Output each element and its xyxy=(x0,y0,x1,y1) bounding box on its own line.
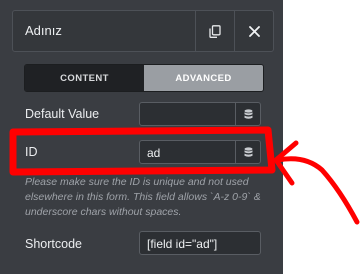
arrow-shaft xyxy=(275,156,360,225)
database-icon xyxy=(244,146,252,157)
panel-title: Adınız xyxy=(25,23,62,38)
close-button[interactable] xyxy=(234,11,273,51)
shortcode-field[interactable]: [field id="ad"] xyxy=(139,231,261,255)
close-icon xyxy=(248,25,260,37)
tab-content[interactable]: CONTENT xyxy=(25,65,144,91)
database-icon xyxy=(244,108,252,119)
default-value-label: Default Value xyxy=(25,107,100,121)
id-label: ID xyxy=(25,145,38,159)
copy-button[interactable] xyxy=(195,11,234,51)
shortcode-label: Shortcode xyxy=(25,237,82,251)
copy-icon xyxy=(209,24,221,38)
tab-advanced[interactable]: ADVANCED xyxy=(144,65,263,91)
default-value-field[interactable] xyxy=(139,102,261,126)
tab-group: CONTENT ADVANCED xyxy=(24,64,264,92)
panel-header: Adınız xyxy=(12,10,274,52)
settings-panel: Adınız CONTENT ADVANCED Default Value ID… xyxy=(0,0,283,274)
dynamic-tags-button[interactable] xyxy=(235,103,260,125)
id-help-text: Please make sure the ID is unique and no… xyxy=(25,176,261,218)
dynamic-tags-button[interactable] xyxy=(235,141,260,163)
id-field[interactable]: ad xyxy=(139,140,261,164)
id-value: ad xyxy=(147,146,161,160)
shortcode-value: [field id="ad"] xyxy=(147,237,218,251)
